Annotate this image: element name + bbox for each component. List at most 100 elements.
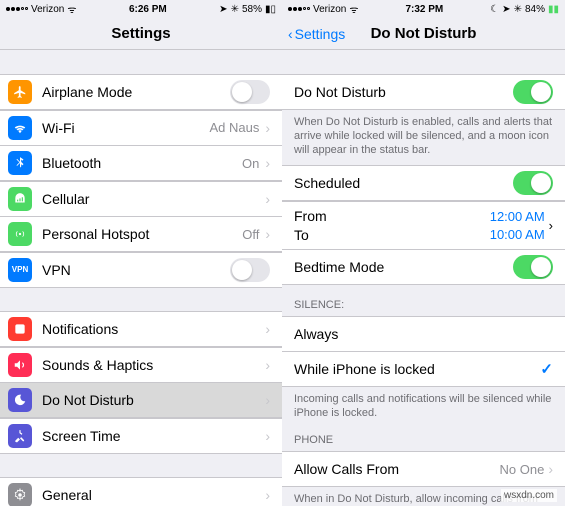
chevron-right-icon: › [265,393,270,407]
row-value: On [242,156,259,171]
silence-always-row[interactable]: Always [282,316,565,352]
chevron-right-icon: › [265,488,270,502]
cellular-icon [8,187,32,211]
page-title: Settings [111,25,170,42]
chevron-right-icon: › [265,358,270,372]
dnd-list[interactable]: Do Not Disturb When Do Not Disturb is en… [282,50,565,506]
chevron-left-icon: ‹ [288,26,293,42]
row-label: Always [294,326,553,342]
airplane-toggle[interactable] [230,80,270,104]
battery-percent: 84% [525,4,545,15]
status-bar: Verizon ᯤ 6:26 PM ➤ ✳ 58% ▮▯ [0,0,282,18]
carrier-label: Verizon [313,4,346,15]
signal-dots-icon [6,7,28,11]
vpn-toggle[interactable] [230,258,270,282]
dnd-icon [8,388,32,412]
wifi-icon: ᯤ [67,2,76,16]
general-icon [8,483,32,506]
row-vpn[interactable]: VPNVPN [0,252,282,288]
scheduled-row[interactable]: Scheduled [282,165,565,201]
back-button[interactable]: ‹ Settings [288,26,345,42]
row-label: Sounds & Haptics [42,357,265,373]
row-cellular[interactable]: Cellular› [0,181,282,217]
row-bluetooth[interactable]: BluetoothOn › [0,145,282,181]
chevron-right-icon: › [265,322,270,336]
allow-calls-row[interactable]: Allow Calls From No One › [282,451,565,487]
row-hotspot[interactable]: Personal HotspotOff › [0,216,282,252]
settings-screen: Verizon ᯤ 6:26 PM ➤ ✳ 58% ▮▯ Settings Ai… [0,0,282,506]
bluetooth-icon: ✳ [231,4,239,15]
page-title: Do Not Disturb [371,25,477,42]
battery-icon: ▮▯ [265,4,276,15]
battery-percent: 58% [242,4,262,15]
row-label: Allow Calls From [294,461,500,477]
watermark: wsxdn.com [501,489,557,502]
row-notifications[interactable]: Notifications› [0,311,282,347]
row-label: Screen Time [42,428,265,444]
row-label: Notifications [42,321,265,337]
settings-list[interactable]: Airplane ModeWi-FiAd Naus›BluetoothOn›Ce… [0,50,282,506]
to-value: 10:00 AM [490,227,545,242]
notifications-icon [8,317,32,341]
chevron-right-icon: › [548,461,553,477]
back-label: Settings [295,26,346,42]
row-wifi[interactable]: Wi-FiAd Naus› [0,110,282,146]
scheduled-toggle[interactable] [513,171,553,195]
row-value: No One [500,462,545,477]
row-value: Off [242,227,259,242]
chevron-right-icon: › [265,121,270,135]
row-label: Bedtime Mode [294,259,513,275]
bluetooth-icon [8,151,32,175]
bluetooth-icon: ✳ [514,4,522,15]
row-screentime[interactable]: Screen Time› [0,418,282,454]
from-label: From [294,208,490,224]
silence-header: SILENCE: [282,285,565,316]
to-label: To [294,227,490,243]
row-label: General [42,487,265,503]
row-airplane[interactable]: Airplane Mode [0,74,282,110]
carrier-label: Verizon [31,4,64,15]
row-label: Do Not Disturb [294,84,513,100]
row-label: Cellular [42,191,265,207]
bedtime-toggle[interactable] [513,255,553,279]
row-sounds[interactable]: Sounds & Haptics› [0,347,282,383]
status-bar: Verizon ᯤ 7:32 PM ☾ ➤ ✳ 84% ▮▮ [282,0,565,18]
clock: 7:32 PM [405,4,443,15]
chevron-right-icon: › [265,429,270,443]
clock: 6:26 PM [129,4,167,15]
dnd-toggle[interactable] [513,80,553,104]
wifi-icon [8,116,32,140]
row-label: Airplane Mode [42,84,230,100]
silence-locked-row[interactable]: While iPhone is locked ✓ [282,351,565,387]
chevron-right-icon: › [265,156,270,170]
dnd-screen: Verizon ᯤ 7:32 PM ☾ ➤ ✳ 84% ▮▮ ‹ Setting… [282,0,565,506]
row-label: Do Not Disturb [42,392,265,408]
hotspot-icon [8,222,32,246]
nav-bar: Settings [0,18,282,50]
sounds-icon [8,353,32,377]
row-label: Bluetooth [42,155,242,171]
dnd-moon-icon: ☾ [490,4,499,15]
chevron-right-icon: › [549,218,553,233]
location-icon: ➤ [502,4,510,15]
bedtime-row[interactable]: Bedtime Mode [282,249,565,285]
screentime-icon [8,424,32,448]
row-dnd[interactable]: Do Not Disturb› [0,382,282,418]
row-label: VPN [42,262,230,278]
chevron-right-icon: › [265,227,270,241]
wifi-icon: ᯤ [349,2,358,16]
phone-header: PHONE [282,428,565,451]
chevron-right-icon: › [265,192,270,206]
row-label: Personal Hotspot [42,226,242,242]
dnd-footer: When Do Not Disturb is enabled, calls an… [282,110,565,166]
signal-dots-icon [288,7,310,11]
airplane-icon [8,80,32,104]
dnd-toggle-row[interactable]: Do Not Disturb [282,74,565,110]
schedule-time-row[interactable]: From To 12:00 AM 10:00 AM › [282,201,565,250]
from-value: 12:00 AM [490,209,545,224]
row-label: Scheduled [294,175,513,191]
row-general[interactable]: General› [0,477,282,506]
row-value: Ad Naus [209,120,259,135]
battery-icon: ▮▮ [548,4,559,15]
location-icon: ➤ [219,4,227,15]
